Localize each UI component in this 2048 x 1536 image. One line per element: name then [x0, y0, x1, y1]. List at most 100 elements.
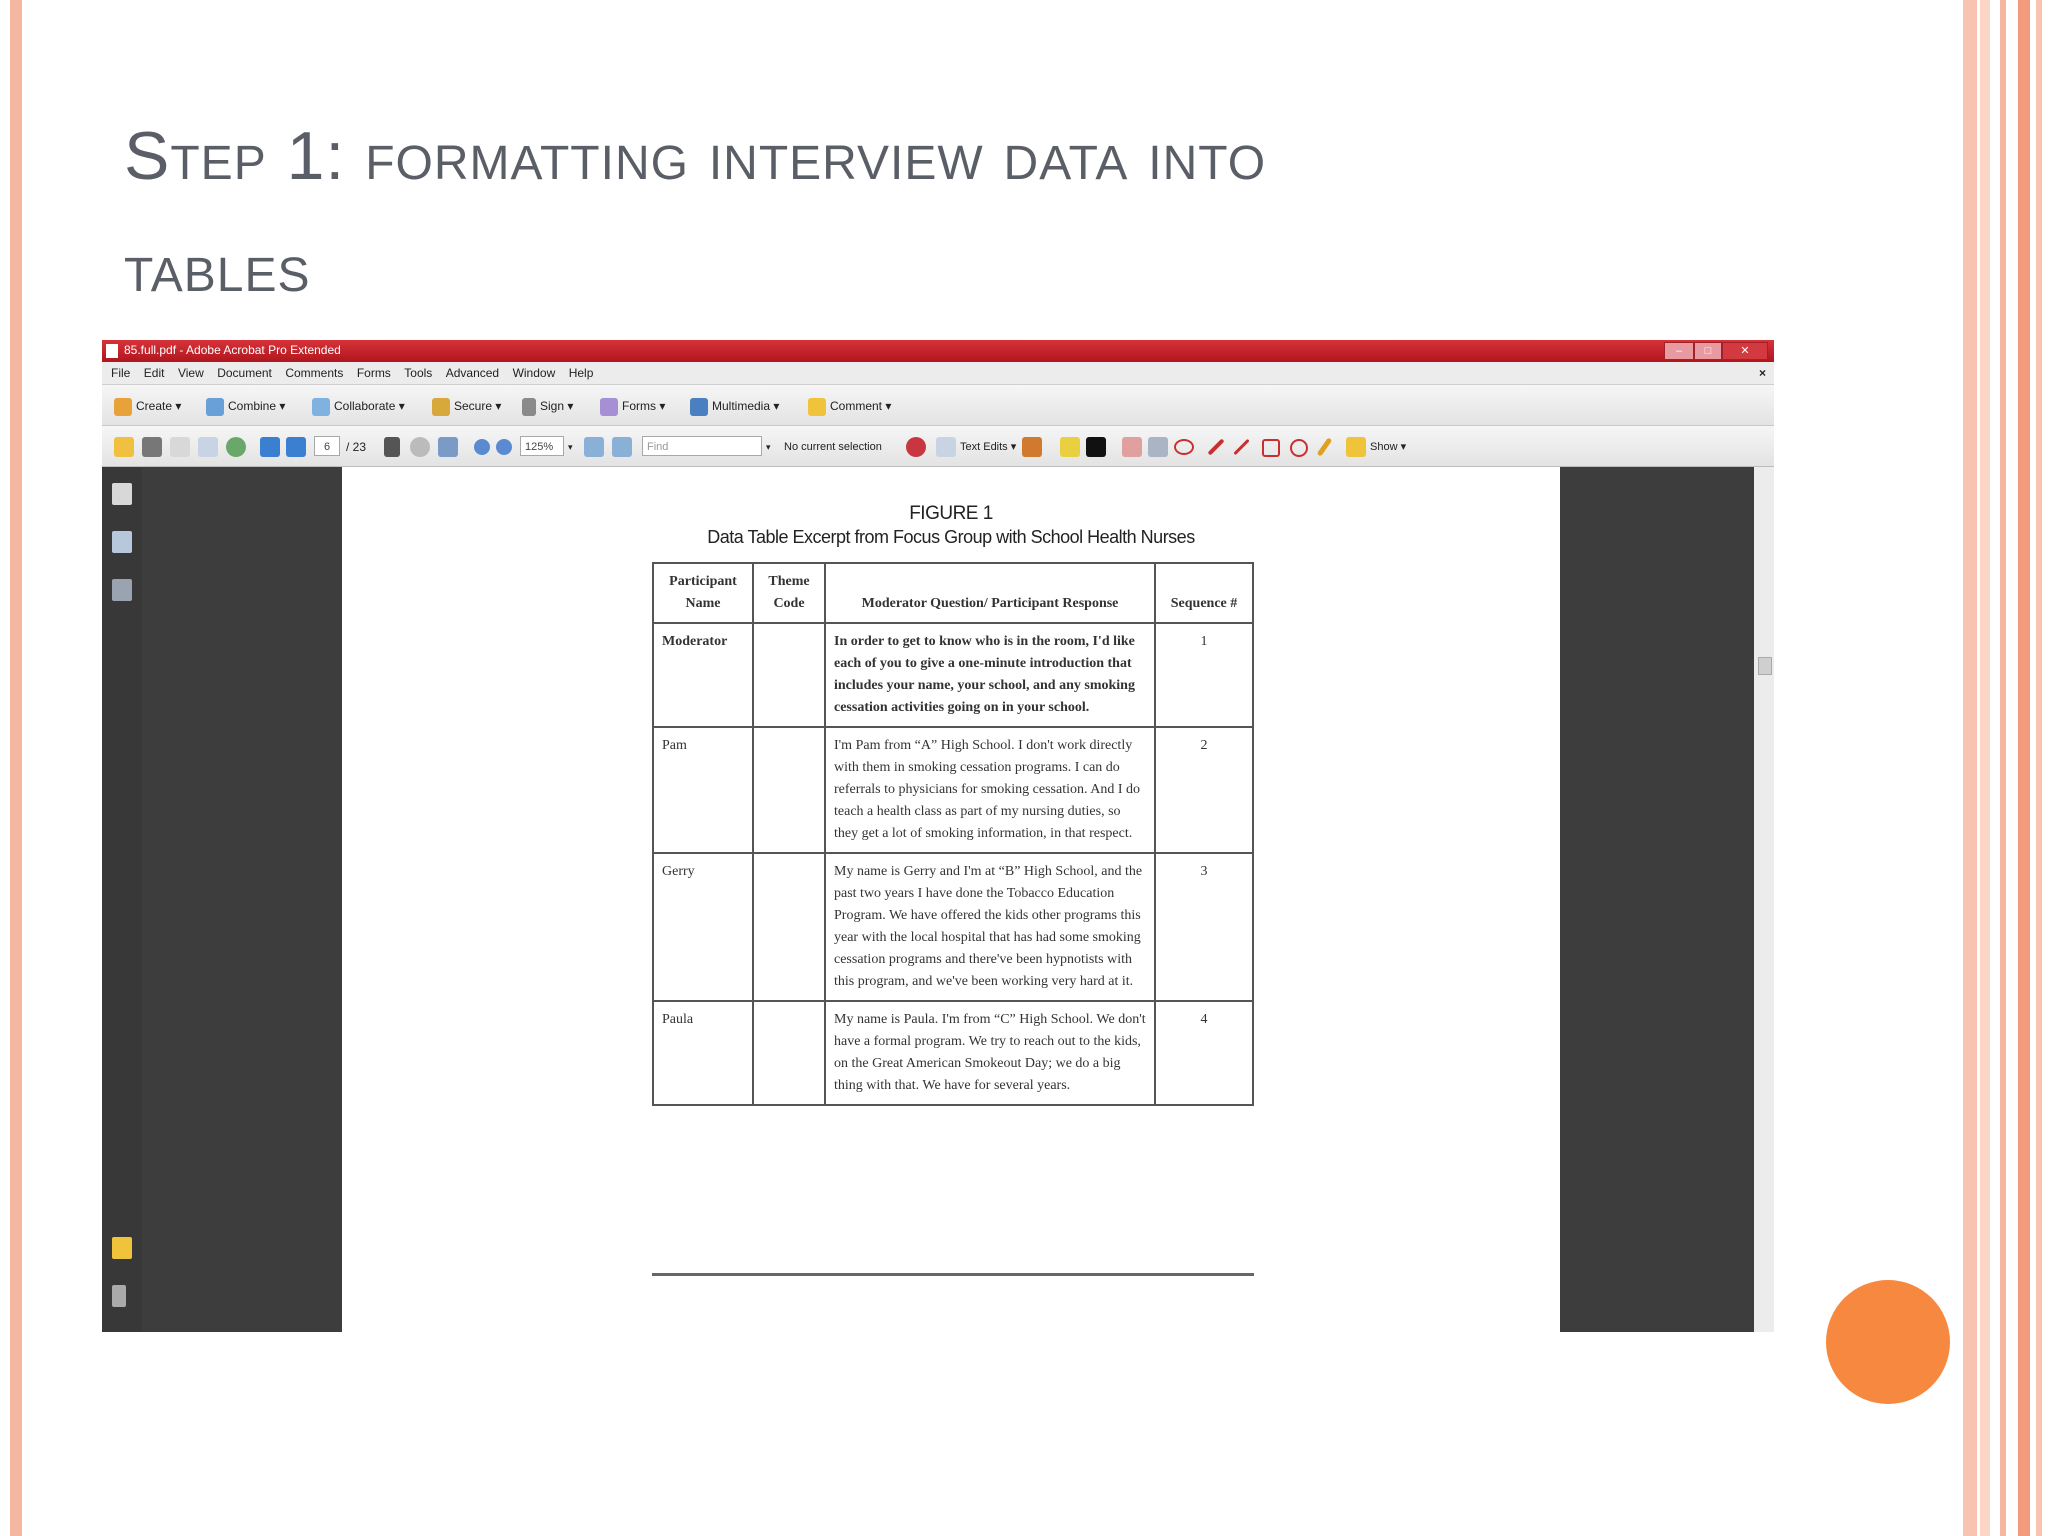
- text-box-icon[interactable]: [1148, 437, 1168, 457]
- menu-view[interactable]: View: [178, 362, 204, 384]
- combine-icon: [206, 397, 224, 416]
- page-number-input[interactable]: 6: [314, 436, 340, 456]
- slide-left-accent-bar: [10, 0, 22, 1536]
- maximize-button[interactable]: □: [1694, 342, 1722, 360]
- menu-file[interactable]: File: [111, 362, 130, 384]
- menu-help[interactable]: Help: [569, 362, 594, 384]
- collaborate-button[interactable]: Collaborate ▾: [312, 395, 405, 417]
- menu-comments[interactable]: Comments: [285, 362, 343, 384]
- highlight-icon[interactable]: [1060, 437, 1080, 457]
- theme-code-cell: [752, 726, 826, 854]
- close-window-button[interactable]: ✕: [1722, 342, 1768, 360]
- sticky-note-icon[interactable]: [906, 437, 926, 457]
- sequence-cell: 4: [1154, 1000, 1254, 1106]
- combine-button[interactable]: Combine ▾: [206, 395, 285, 417]
- stamp-icon[interactable]: [1022, 437, 1042, 457]
- paperclip-icon[interactable]: [112, 1285, 126, 1307]
- open-folder-icon[interactable]: [114, 437, 134, 457]
- table-row: Pam I'm Pam from “A” High School. I don'…: [652, 726, 1254, 854]
- cloud-icon[interactable]: [1174, 439, 1194, 455]
- slide-right-stripe: [2018, 0, 2030, 1536]
- column-header-response: Moderator Question/ Participant Response: [824, 562, 1156, 624]
- fit-page-icon[interactable]: [584, 437, 604, 457]
- arrow-icon[interactable]: [1207, 438, 1225, 456]
- globe-icon[interactable]: [226, 437, 246, 457]
- show-button[interactable]: Show ▾: [1370, 436, 1406, 458]
- table-bottom-rule: [652, 1273, 1254, 1276]
- page-total: / 23: [346, 440, 367, 454]
- line-icon[interactable]: [1233, 438, 1250, 456]
- scrollbar-thumb[interactable]: [1758, 657, 1772, 675]
- sequence-cell: 1: [1154, 622, 1254, 728]
- find-input[interactable]: Find: [642, 436, 762, 456]
- print-icon[interactable]: [142, 437, 162, 457]
- menu-advanced[interactable]: Advanced: [446, 362, 499, 384]
- rectangle-icon[interactable]: [1262, 439, 1280, 457]
- slide-title-line-2: tables: [124, 230, 311, 306]
- text-edits-icon[interactable]: [936, 437, 956, 457]
- find-dropdown-icon[interactable]: ▾: [766, 436, 771, 458]
- create-label: Create ▾: [136, 399, 182, 413]
- menu-window[interactable]: Window: [513, 362, 556, 384]
- email-icon[interactable]: [198, 437, 218, 457]
- forms-button[interactable]: Forms ▾: [600, 395, 665, 417]
- participant-name-cell: Pam: [652, 726, 754, 854]
- close-document-icon[interactable]: ×: [1759, 362, 1766, 384]
- secure-button[interactable]: Secure ▾: [432, 395, 501, 417]
- participant-name-cell: Paula: [652, 1000, 754, 1106]
- pen-icon: [522, 397, 536, 416]
- participant-name-cell: Moderator: [652, 622, 754, 728]
- callout-icon[interactable]: [1122, 437, 1142, 457]
- previous-page-icon[interactable]: [260, 437, 280, 457]
- figure-subtitle: Data Table Excerpt from Focus Group with…: [707, 527, 1195, 547]
- oval-icon[interactable]: [1290, 439, 1308, 457]
- comment-label: Comment ▾: [830, 399, 892, 413]
- show-comments-icon[interactable]: [1346, 437, 1366, 457]
- data-table: Participant Name Theme Code Moderator Qu…: [652, 562, 1254, 1106]
- combine-label: Combine ▾: [228, 399, 286, 413]
- zoom-dropdown-icon[interactable]: ▾: [568, 436, 573, 458]
- select-cursor-icon[interactable]: [384, 437, 400, 457]
- house-icon[interactable]: [1086, 437, 1106, 457]
- response-cell: I'm Pam from “A” High School. I don't wo…: [824, 726, 1156, 854]
- table-row: Paula My name is Paula. I'm from “C” Hig…: [652, 1000, 1254, 1106]
- bookmarks-icon[interactable]: [112, 531, 132, 553]
- marquee-zoom-icon[interactable]: [438, 437, 458, 457]
- response-cell: My name is Gerry and I'm at “B” High Sch…: [824, 852, 1156, 1002]
- sign-label: Sign ▾: [540, 399, 574, 413]
- pages-icon[interactable]: [112, 483, 132, 505]
- minimize-button[interactable]: –: [1664, 342, 1694, 360]
- zoom-in-icon[interactable]: [496, 439, 512, 455]
- save-icon[interactable]: [170, 437, 190, 457]
- menu-bar: File Edit View Document Comments Forms T…: [102, 362, 1774, 385]
- column-header-participant: Participant Name: [652, 562, 754, 624]
- collaborate-label: Collaborate ▾: [334, 399, 405, 413]
- comments-panel-icon[interactable]: [112, 1237, 132, 1259]
- response-cell: In order to get to know who is in the ro…: [824, 622, 1156, 728]
- pdf-page: FIGURE 1 Data Table Excerpt from Focus G…: [342, 467, 1560, 1332]
- multimedia-button[interactable]: Multimedia ▾: [690, 395, 779, 417]
- menu-edit[interactable]: Edit: [144, 362, 165, 384]
- document-left-margin: [142, 467, 342, 1332]
- comment-button[interactable]: Comment ▾: [808, 395, 891, 417]
- full-screen-icon[interactable]: [612, 437, 632, 457]
- vertical-scrollbar[interactable]: [1754, 467, 1774, 1332]
- theme-code-cell: [752, 1000, 826, 1106]
- table-row: Gerry My name is Gerry and I'm at “B” Hi…: [652, 852, 1254, 1002]
- zoom-out-icon[interactable]: [474, 439, 490, 455]
- slide-right-stripe: [1980, 0, 1990, 1536]
- zoom-level-select[interactable]: 125%: [520, 436, 564, 456]
- sign-button[interactable]: Sign ▾: [522, 395, 573, 417]
- next-page-icon[interactable]: [286, 437, 306, 457]
- hand-tool-icon[interactable]: [410, 437, 430, 457]
- signatures-icon[interactable]: [112, 579, 132, 601]
- text-edits-button[interactable]: Text Edits ▾: [960, 436, 1016, 458]
- create-icon: [114, 397, 132, 416]
- menu-document[interactable]: Document: [217, 362, 272, 384]
- participant-name-cell: Gerry: [652, 852, 754, 1002]
- create-button[interactable]: Create ▾: [114, 395, 181, 417]
- menu-forms[interactable]: Forms: [357, 362, 391, 384]
- forms-label: Forms ▾: [622, 399, 666, 413]
- pencil-icon[interactable]: [1316, 437, 1333, 457]
- menu-tools[interactable]: Tools: [404, 362, 432, 384]
